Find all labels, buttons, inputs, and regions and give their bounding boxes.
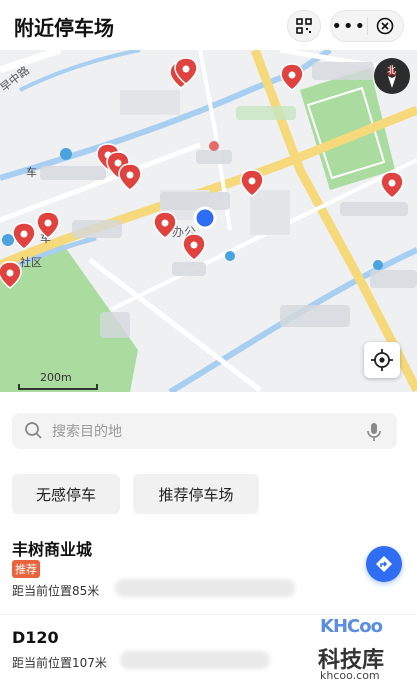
blurred-address xyxy=(120,651,270,669)
blurred-label xyxy=(40,166,106,180)
parking-pin-icon[interactable] xyxy=(118,163,142,191)
map-canvas[interactable]: 早中路 车 车 社区 办公 xyxy=(0,50,417,392)
current-location-dot xyxy=(193,206,217,230)
svg-text:北: 北 xyxy=(387,65,396,76)
blurred-label xyxy=(172,262,206,276)
blurred-label xyxy=(312,62,374,80)
watermark: KHCoo 科技库 khcoo.com xyxy=(316,612,416,685)
blurred-label xyxy=(196,150,232,164)
blurred-label xyxy=(280,305,350,327)
filter-chip-recommended-parking[interactable]: 推荐停车场 xyxy=(133,474,259,514)
close-circle-icon xyxy=(376,17,394,35)
parking-pin-icon[interactable] xyxy=(280,63,304,91)
blurred-label xyxy=(100,312,130,338)
navigation-arrow-icon xyxy=(376,556,392,572)
navigate-button[interactable] xyxy=(366,546,402,582)
mini-program-capsule: ••• xyxy=(330,10,404,42)
more-options-button[interactable]: ••• xyxy=(331,16,367,37)
crosshair-icon xyxy=(371,349,393,371)
watermark-url: khcoo.com xyxy=(320,669,380,682)
compass-button[interactable]: 北 xyxy=(374,58,410,94)
blurred-label xyxy=(236,106,296,120)
search-icon xyxy=(25,422,42,439)
map-view[interactable]: 早中路 车 车 社区 办公 北 200m xyxy=(0,50,417,392)
map-scale-bar xyxy=(18,384,98,390)
locate-me-button[interactable] xyxy=(364,342,400,378)
list-item[interactable]: 丰树商业城 推荐 距当前位置85米 xyxy=(0,530,417,615)
parking-name: D120 xyxy=(12,628,59,647)
parking-pin-icon[interactable] xyxy=(182,233,206,261)
blurred-label xyxy=(340,202,408,216)
road xyxy=(0,50,62,74)
blurred-address xyxy=(115,579,295,597)
scan-button[interactable] xyxy=(287,10,321,42)
close-button[interactable] xyxy=(367,17,403,35)
poi-icon xyxy=(225,251,235,261)
poi-icon xyxy=(2,234,14,246)
microphone-icon[interactable] xyxy=(367,422,381,442)
page-title: 附近停车场 xyxy=(14,16,114,40)
place-label: 社区 xyxy=(20,255,42,269)
compass-icon: 北 xyxy=(387,64,396,88)
parking-distance: 距当前位置107米 xyxy=(12,656,107,670)
main-road xyxy=(0,105,417,270)
building xyxy=(250,190,290,235)
parking-name: 丰树商业城 xyxy=(12,540,93,559)
search-input[interactable] xyxy=(50,413,354,451)
parking-pin-icon[interactable] xyxy=(380,171,404,199)
building xyxy=(120,90,180,115)
poi-icon xyxy=(209,141,219,151)
blurred-label xyxy=(160,192,230,210)
poi-icon xyxy=(373,260,383,270)
parking-distance: 距当前位置85米 xyxy=(12,584,100,598)
filter-chip-sensorless-parking[interactable]: 无感停车 xyxy=(12,474,120,514)
search-bar[interactable] xyxy=(12,413,397,451)
place-label: 车 xyxy=(26,165,37,179)
parking-pin-icon[interactable] xyxy=(12,222,36,250)
blurred-label xyxy=(370,270,417,288)
blurred-label xyxy=(72,220,122,238)
scan-icon xyxy=(296,18,312,34)
header: 附近停车场 ••• xyxy=(0,0,417,50)
watermark-logo: KHCoo xyxy=(320,616,383,637)
map-scale-label: 200m xyxy=(40,371,72,384)
recommend-badge: 推荐 xyxy=(12,560,40,578)
poi-icon xyxy=(60,148,72,160)
